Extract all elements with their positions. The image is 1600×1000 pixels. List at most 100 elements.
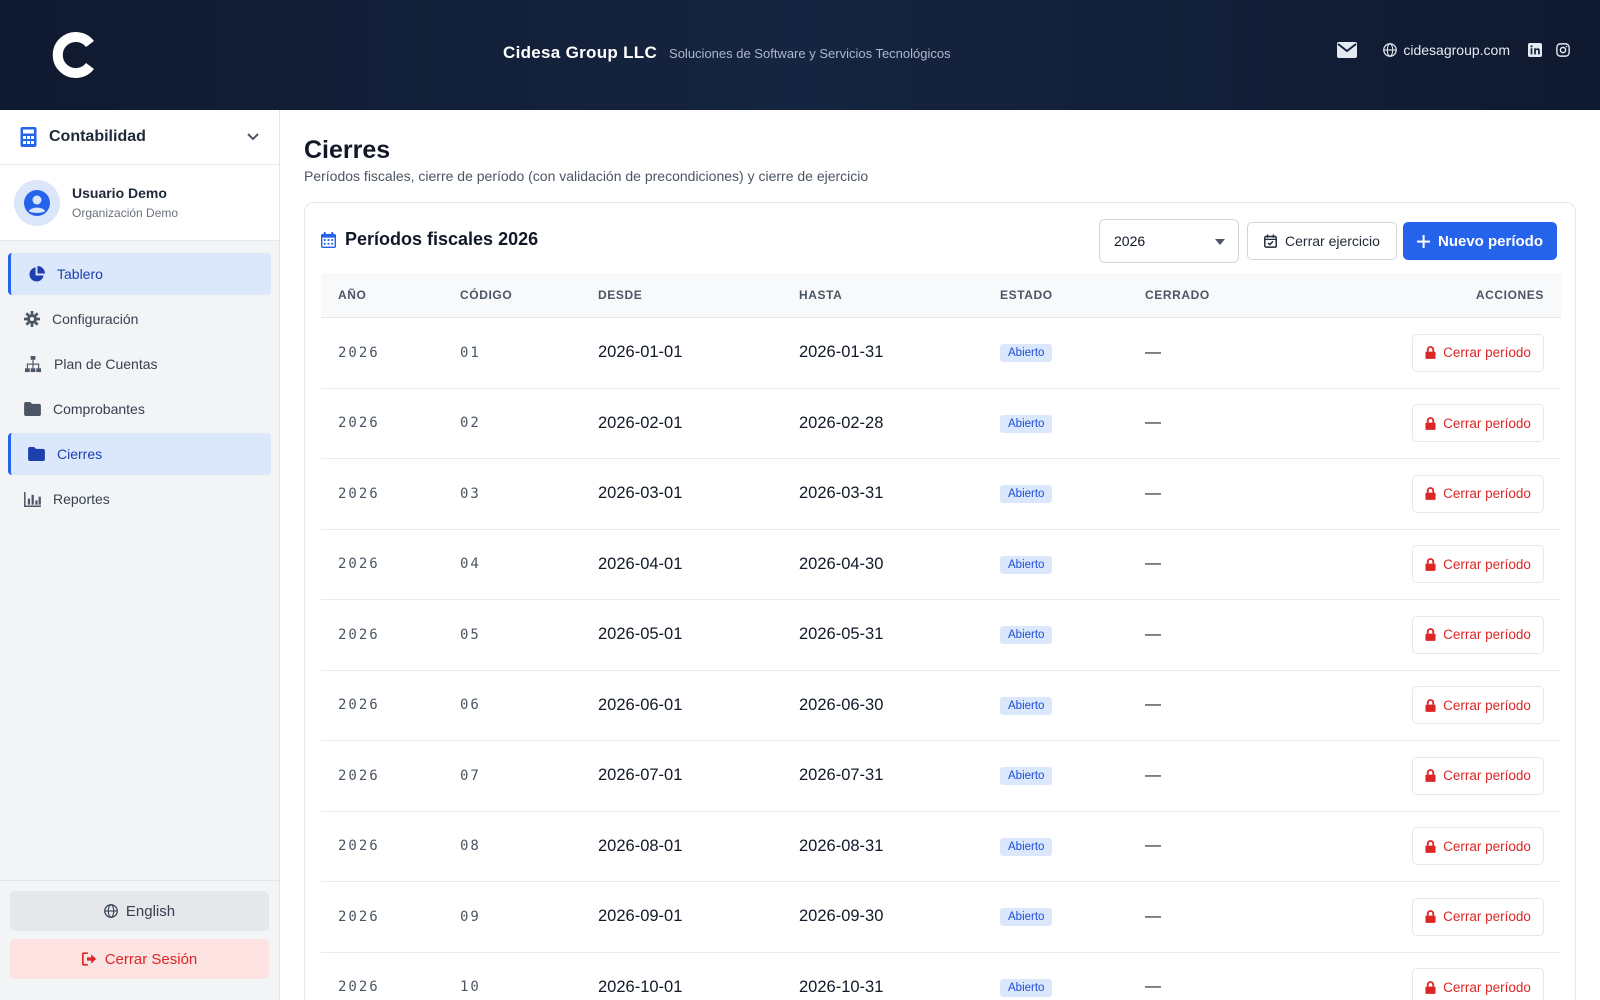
logout-button[interactable]: Cerrar Sesión [10, 939, 269, 979]
column-header-codigo[interactable]: CÓDIGO [443, 288, 581, 302]
table-row: 2026 04 2026-04-01 2026-04-30 Abierto — … [321, 530, 1561, 600]
close-period-label: Cerrar período [1443, 486, 1531, 502]
cell-cerrado: — [1145, 696, 1161, 714]
instagram-icon[interactable] [1556, 43, 1570, 57]
status-badge: Abierto [1000, 626, 1053, 645]
table-body: 2026 01 2026-01-01 2026-01-31 Abierto — … [321, 318, 1561, 1000]
language-button[interactable]: English [10, 891, 269, 931]
close-period-button[interactable]: Cerrar período [1412, 404, 1544, 443]
table-row: 2026 01 2026-01-01 2026-01-31 Abierto — … [321, 318, 1561, 389]
cell-hasta: 2026-08-31 [799, 836, 884, 855]
sitemap-icon [24, 355, 42, 372]
cell-desde: 2026-02-01 [598, 413, 683, 432]
close-period-label: Cerrar período [1443, 627, 1531, 643]
module-selector[interactable]: Contabilidad [0, 110, 279, 165]
table-row: 2026 06 2026-06-01 2026-06-30 Abierto — … [321, 671, 1561, 741]
cell-anio: 2026 [338, 556, 380, 573]
sidebar-item-label: Plan de Cuentas [54, 356, 158, 372]
close-period-button[interactable]: Cerrar período [1412, 827, 1544, 866]
folder-icon [24, 402, 41, 416]
company-logo-icon[interactable] [50, 30, 100, 80]
column-header-hasta[interactable]: HASTA [782, 288, 983, 302]
lock-icon [1425, 769, 1436, 783]
close-period-button[interactable]: Cerrar período [1412, 545, 1544, 584]
cell-codigo: 08 [460, 838, 481, 855]
close-fiscal-year-button[interactable]: Cerrar ejercicio [1247, 222, 1397, 260]
cell-estado: Abierto [983, 555, 1128, 574]
lock-icon [1425, 980, 1436, 994]
cell-cerrado: — [1145, 837, 1161, 855]
cell-hasta: 2026-05-31 [799, 625, 884, 644]
sidebar-item-label: Comprobantes [53, 401, 145, 417]
column-header-acciones: ACCIONES [1475, 288, 1544, 302]
status-badge: Abierto [1000, 696, 1053, 715]
cell-desde: 2026-01-01 [598, 343, 683, 362]
column-header-estado[interactable]: ESTADO [983, 288, 1128, 302]
close-period-button[interactable]: Cerrar período [1412, 756, 1544, 795]
cell-codigo: 02 [460, 415, 481, 432]
header-links: cidesagroup.com [1337, 42, 1570, 58]
cell-anio: 2026 [338, 626, 380, 643]
column-header-desde[interactable]: DESDE [581, 288, 782, 302]
sidebar-item-cierres[interactable]: Cierres [8, 433, 271, 475]
cell-estado: Abierto [983, 484, 1128, 504]
column-header-cerrado[interactable]: CERRADO [1128, 288, 1328, 302]
cell-anio: 2026 [338, 485, 380, 502]
table-row: 2026 10 2026-10-01 2026-10-31 Abierto — … [321, 953, 1561, 1000]
close-period-button[interactable]: Cerrar período [1412, 897, 1544, 936]
sign-out-icon [81, 952, 96, 966]
close-period-button[interactable]: Cerrar período [1412, 333, 1544, 372]
sidebar-item-tablero[interactable]: Tablero [8, 253, 271, 295]
table-row: 2026 05 2026-05-01 2026-05-31 Abierto — … [321, 600, 1561, 671]
lock-icon [1425, 557, 1436, 571]
website-link[interactable]: cidesagroup.com [1383, 42, 1510, 58]
top-header: Cidesa Group LLC Soluciones de Software … [0, 0, 1600, 110]
sidebar-item-plan-de-cuentas[interactable]: Plan de Cuentas [8, 343, 271, 385]
gear-icon [24, 311, 40, 327]
bar-chart-icon [24, 491, 41, 507]
chevron-down-icon[interactable] [247, 133, 259, 141]
sidebar-footer: English Cerrar Sesión [0, 880, 279, 1000]
year-select-value: 2026 [1114, 233, 1146, 249]
table-header: AÑO CÓDIGO DESDE HASTA ESTADO CERRADO AC… [321, 273, 1561, 318]
mail-icon[interactable] [1337, 42, 1358, 58]
globe-icon [1383, 43, 1398, 57]
new-period-label: Nuevo período [1437, 232, 1543, 250]
globe-icon [104, 904, 118, 918]
close-period-button[interactable]: Cerrar período [1412, 968, 1544, 1000]
sidebar-item-label: Reportes [53, 491, 110, 507]
brand-name: Cidesa Group LLC [503, 43, 658, 62]
cell-desde: 2026-07-01 [598, 766, 683, 785]
user-name: Usuario Demo [72, 185, 167, 201]
close-period-button[interactable]: Cerrar período [1412, 615, 1544, 654]
logout-label: Cerrar Sesión [104, 950, 198, 968]
cell-codigo: 09 [460, 908, 481, 925]
close-period-label: Cerrar período [1443, 415, 1531, 431]
sidebar-item-comprobantes[interactable]: Comprobantes [8, 388, 271, 430]
close-period-button[interactable]: Cerrar período [1412, 686, 1544, 725]
close-period-label: Cerrar período [1443, 345, 1531, 361]
cell-hasta: 2026-09-30 [799, 907, 884, 926]
close-period-label: Cerrar período [1443, 979, 1531, 995]
cell-cerrado: — [1145, 484, 1161, 502]
status-badge: Abierto [1000, 767, 1053, 786]
brand: Cidesa Group LLC Soluciones de Software … [503, 43, 951, 63]
close-period-label: Cerrar período [1443, 909, 1531, 925]
cell-desde: 2026-05-01 [598, 625, 683, 644]
user-organization: Organización Demo [72, 206, 179, 220]
column-header-anio[interactable]: AÑO [321, 288, 443, 302]
sidebar-item-reportes[interactable]: Reportes [8, 478, 271, 520]
linkedin-icon[interactable] [1528, 43, 1542, 57]
cell-estado: Abierto [983, 625, 1128, 645]
sidebar-item-configuracion[interactable]: Configuración [8, 298, 271, 340]
module-label: Contabilidad [49, 128, 146, 145]
cell-hasta: 2026-03-31 [799, 484, 884, 503]
status-badge: Abierto [1000, 978, 1053, 997]
close-period-label: Cerrar período [1443, 838, 1531, 854]
cell-anio: 2026 [338, 838, 380, 855]
year-select[interactable]: 2026 [1099, 219, 1239, 263]
new-period-button[interactable]: Nuevo período [1403, 222, 1557, 260]
status-badge: Abierto [1000, 555, 1053, 574]
close-period-button[interactable]: Cerrar período [1412, 474, 1544, 513]
lock-icon [1425, 416, 1436, 430]
